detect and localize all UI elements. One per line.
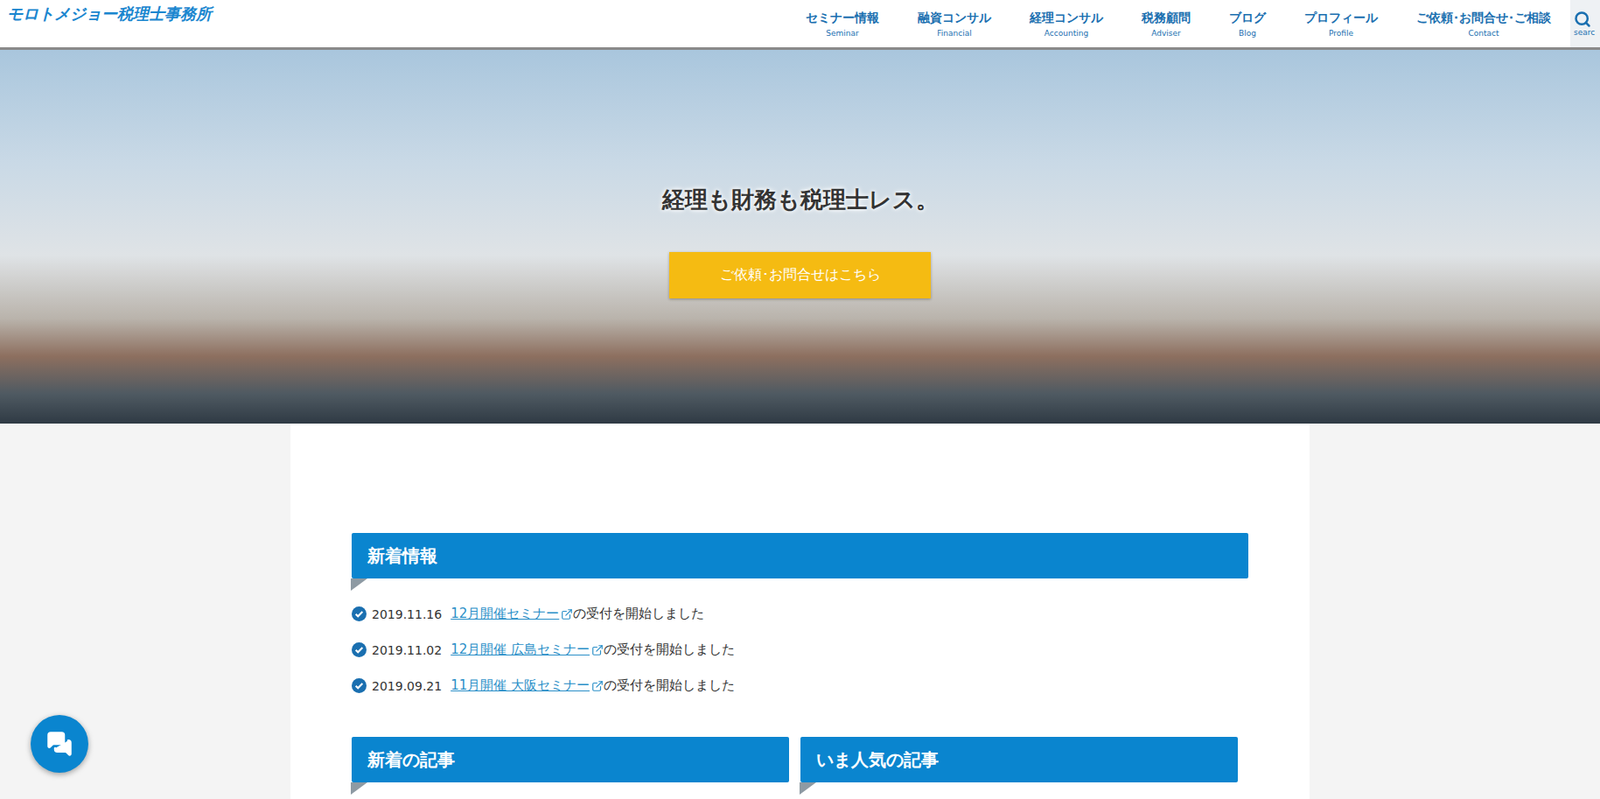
news-link[interactable]: 11月開催 大阪セミナー — [450, 677, 604, 694]
news-link[interactable]: 12月開催 広島セミナー — [450, 641, 604, 658]
search-icon — [1573, 10, 1592, 28]
nav-item[interactable]: プロフィールProfile — [1285, 10, 1398, 38]
chat-icon — [46, 730, 73, 757]
nav-sub: Adviser — [1151, 28, 1181, 38]
body: 新着情報2019.11.1612月開催セミナーの受付を開始しました2019.11… — [0, 423, 1600, 799]
nav-item[interactable]: セミナー情報Seminar — [786, 10, 899, 38]
search-button[interactable]: searc — [1570, 0, 1600, 48]
nav-label: 融資コンサル — [917, 10, 992, 27]
nav-label: 経理コンサル — [1029, 10, 1104, 27]
contact-button[interactable]: ご依頼･お問合せはこちら — [669, 251, 931, 299]
nav-item[interactable]: ブログBlog — [1209, 10, 1286, 38]
column-heading: 新着の記事 — [351, 736, 790, 783]
hero: 経理も財務も税理士レス。ご依頼･お問合せはこちら — [0, 49, 1600, 424]
external-link-icon — [591, 679, 604, 692]
external-link-icon — [591, 643, 604, 657]
news-link[interactable]: 12月開催セミナー — [450, 605, 573, 622]
nav-label: 税務顧問 — [1141, 10, 1191, 27]
nav-label: ブログ — [1229, 10, 1266, 27]
news-heading: 新着情報 — [351, 532, 1249, 579]
main-column: 新着情報2019.11.1612月開催セミナーの受付を開始しました2019.11… — [290, 423, 1310, 799]
nav-sub: Financial — [936, 28, 972, 38]
nav-item[interactable]: 融資コンサルFinancial — [898, 10, 1011, 38]
nav-item[interactable]: ご依頼･お問合せ･ご相談Contact — [1397, 10, 1571, 38]
site-logo[interactable]: モロトメジョー税理士事務所 — [6, 0, 212, 25]
news-text: の受付を開始しました — [603, 677, 735, 694]
column-heading: いま人気の記事 — [800, 736, 1238, 783]
hero-headline: 経理も財務も税理士レス。 — [662, 184, 939, 216]
nav-label: ご依頼･お問合せ･ご相談 — [1416, 10, 1552, 27]
external-link-icon — [560, 607, 573, 621]
nav-sub: Profile — [1328, 28, 1354, 38]
page: モロトメジョー税理士事務所セミナー情報Seminar融資コンサルFinancia… — [0, 0, 1600, 799]
nav-item[interactable]: 経理コンサルAccounting — [1010, 10, 1123, 38]
nav-sub: Contact — [1467, 28, 1499, 38]
news-date: 2019.11.16 — [371, 607, 442, 622]
news-date: 2019.11.02 — [371, 642, 442, 657]
news-date: 2019.09.21 — [371, 678, 442, 693]
article-column: 新着の記事 — [351, 736, 790, 799]
main-nav: セミナー情報Seminar融資コンサルFinancial経理コンサルAccoun… — [786, 0, 1600, 48]
nav-sub: Seminar — [825, 28, 859, 38]
news-list: 2019.11.1612月開催セミナーの受付を開始しました2019.11.021… — [351, 595, 1249, 704]
news-text: の受付を開始しました — [572, 605, 705, 622]
news-item: 2019.09.21 11月開催 大阪セミナーの受付を開始しました — [351, 667, 1249, 704]
article-columns: 新着の記事いま人気の記事 — [351, 736, 1249, 799]
search-label: searc — [1573, 27, 1595, 37]
nav-label: プロフィール — [1304, 10, 1378, 27]
check-icon — [351, 642, 367, 657]
news-item: 2019.11.16 12月開催セミナーの受付を開始しました — [351, 595, 1249, 632]
site-header: モロトメジョー税理士事務所セミナー情報Seminar融資コンサルFinancia… — [0, 0, 1600, 50]
check-icon — [351, 606, 367, 622]
news-text: の受付を開始しました — [603, 641, 735, 658]
nav-sub: Blog — [1238, 28, 1257, 38]
nav-sub: Accounting — [1044, 28, 1089, 38]
news-item: 2019.11.02 12月開催 広島セミナーの受付を開始しました — [351, 631, 1249, 668]
nav-item[interactable]: 税務顧問Adviser — [1122, 10, 1210, 38]
nav-label: セミナー情報 — [805, 10, 880, 27]
check-icon — [351, 677, 367, 693]
chat-button[interactable] — [30, 714, 89, 773]
article-column: いま人気の記事 — [800, 736, 1238, 799]
